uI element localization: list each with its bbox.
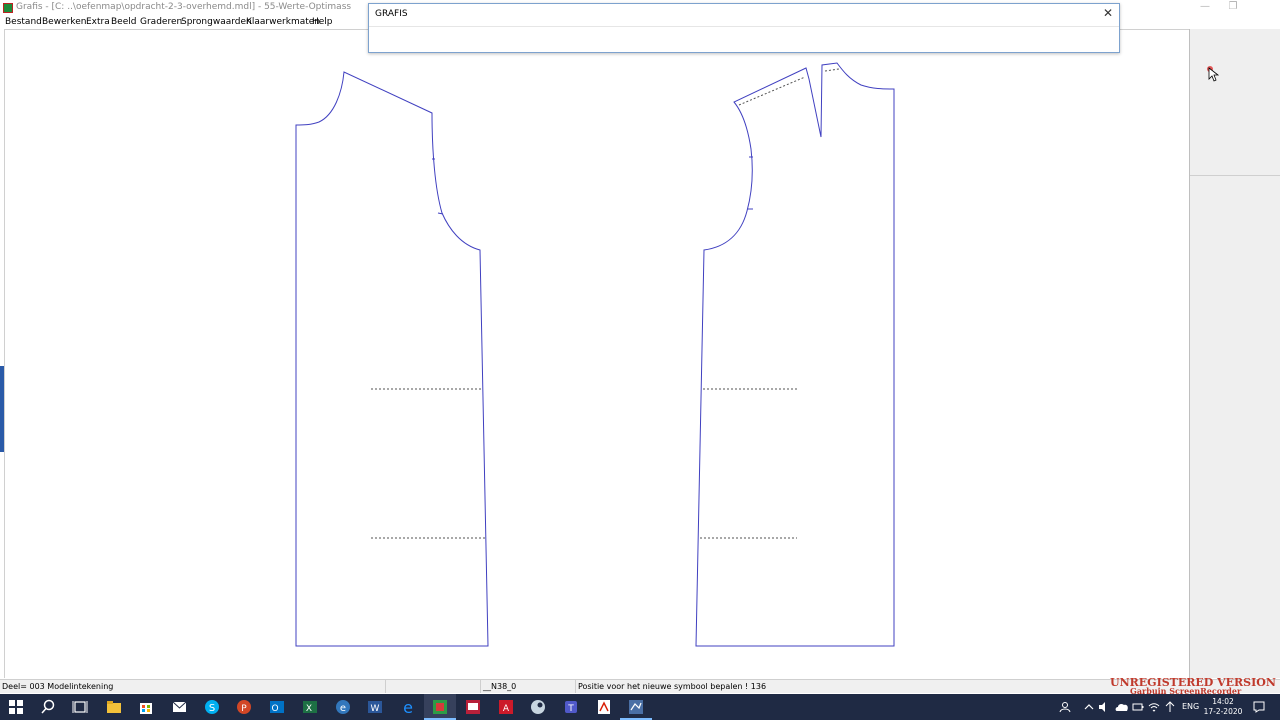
minimize-button[interactable]: — (1190, 0, 1220, 16)
teams-icon[interactable]: T (562, 698, 580, 716)
powerpoint-icon[interactable]: P (235, 698, 253, 716)
mail-icon[interactable] (171, 698, 189, 716)
svg-text:A: A (503, 704, 510, 714)
front-shoulder-seam-dotted (738, 76, 806, 106)
volume-icon[interactable] (1098, 701, 1110, 713)
svg-text:S: S (209, 703, 215, 714)
status-bar: Deel= 003 Modelintekening __N38_0 Positi… (0, 679, 1280, 693)
window-title: Grafis - [C: ..\oefenmap\opdracht-2-3-ov… (16, 2, 352, 12)
menu-sprongwaarden[interactable]: Sprongwaarden (181, 17, 252, 27)
menu-extra[interactable]: Extra (86, 17, 110, 27)
screen-recorder-icon[interactable] (464, 698, 482, 716)
task-view-icon[interactable] (71, 698, 89, 716)
status-empty-cell (386, 680, 481, 693)
taskbar: S P O X e W e A T ENG 14:02 17-2-2020 (0, 694, 1280, 720)
acrobat-icon[interactable] (595, 698, 613, 716)
steam-icon[interactable] (529, 698, 547, 716)
drawing-canvas[interactable] (4, 29, 1189, 678)
excel-icon[interactable]: X (301, 698, 319, 716)
battery-icon[interactable] (1132, 701, 1144, 713)
start-icon[interactable] (7, 698, 25, 716)
cursor-pointer-icon (1207, 66, 1219, 82)
status-part: Deel= 003 Modelintekening (0, 680, 386, 693)
dialog-divider (369, 26, 1119, 27)
svg-text:X: X (306, 704, 312, 714)
ie-icon[interactable]: e (399, 698, 417, 716)
file-explorer-icon[interactable] (105, 698, 123, 716)
network-icon[interactable] (1164, 701, 1176, 713)
menu-graderen[interactable]: Graderen (140, 17, 182, 27)
panel-divider (1190, 175, 1280, 176)
svg-text:T: T (567, 704, 574, 714)
notification-icon[interactable] (1252, 700, 1266, 714)
clock-date: 17-2-2020 (1203, 707, 1243, 716)
menu-bewerken[interactable]: Bewerken (42, 17, 86, 27)
dialog-close-button[interactable]: ✕ (1101, 6, 1115, 20)
back-pattern-piece (295, 71, 489, 647)
maximize-button[interactable]: ❐ (1218, 0, 1248, 16)
menu-bestand[interactable]: Bestand (5, 17, 42, 27)
status-message: Positie voor het nieuwe symbool bepalen … (578, 682, 767, 691)
wifi-icon[interactable] (1148, 701, 1160, 713)
menu-help[interactable]: Help (312, 17, 333, 27)
grafis-icon[interactable] (431, 698, 449, 716)
search-icon[interactable] (39, 698, 57, 716)
clock-time: 14:02 (1212, 697, 1234, 706)
status-code: __N38_0 (481, 680, 576, 693)
menu-klaarwerkmaten[interactable]: Klaarwerkmaten (246, 17, 320, 27)
grafis-secondary-icon[interactable] (627, 698, 645, 716)
outlook-icon[interactable]: O (268, 698, 286, 716)
svg-text:e: e (340, 703, 346, 714)
people-icon[interactable] (1059, 701, 1071, 713)
onedrive-icon[interactable] (1115, 701, 1129, 713)
front-pattern-piece (695, 62, 895, 647)
skype-icon[interactable]: S (203, 698, 221, 716)
recorder-watermark: UNREGISTERED VERSION Garbuin ScreenRecor… (1104, 676, 1280, 696)
svg-text:O: O (271, 704, 278, 714)
taskbar-clock[interactable]: 14:02 17-2-2020 (1203, 697, 1243, 717)
language-indicator[interactable]: ENG (1182, 694, 1199, 720)
grafis-dialog[interactable]: GRAFIS ✕ (368, 3, 1120, 53)
svg-text:W: W (371, 704, 380, 714)
grafis-app-icon (3, 3, 13, 13)
chevron-up-icon[interactable] (1083, 701, 1095, 713)
pattern-drawing (295, 62, 895, 647)
store-icon[interactable] (137, 698, 155, 716)
dialog-title: GRAFIS (375, 9, 408, 19)
front-collar-dotted (824, 68, 840, 72)
svg-text:P: P (241, 704, 247, 714)
svg-text:e: e (403, 698, 413, 716)
right-side-panel (1189, 29, 1280, 678)
word-icon[interactable]: W (366, 698, 384, 716)
adobe-icon[interactable]: A (497, 698, 515, 716)
menu-beeld[interactable]: Beeld (111, 17, 136, 27)
edge-icon[interactable]: e (334, 698, 352, 716)
